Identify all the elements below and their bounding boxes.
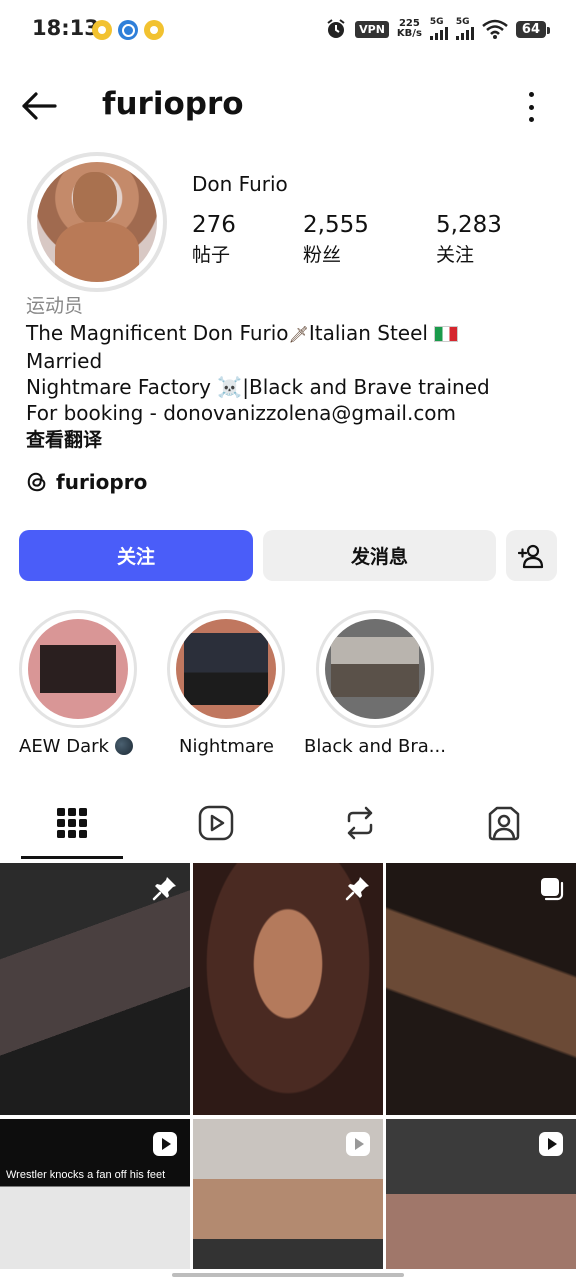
following-count: 5,283: [436, 212, 502, 238]
notification-app-icon: [92, 20, 112, 40]
highlight-ring: [19, 610, 137, 728]
post-thumbnail[interactable]: [193, 1119, 383, 1269]
highlight-ring: [316, 610, 434, 728]
carousel-icon: [541, 878, 564, 901]
add-user-icon: [517, 544, 543, 568]
system-icons: VPN 225 KB/s 5G 5G 64: [325, 17, 551, 40]
signal-label: 5G: [455, 17, 470, 27]
active-tab-indicator: [21, 856, 123, 859]
avatar: [37, 162, 157, 282]
post-thumbnail[interactable]: [193, 863, 383, 1115]
bio-text: |Black and Brave trained: [242, 375, 490, 399]
profile-header: furiopro: [0, 80, 576, 134]
network-speed: 225 KB/s: [397, 19, 422, 39]
tab-reels[interactable]: [165, 790, 267, 856]
italy-flag-icon: [434, 326, 459, 342]
tagged-icon: [488, 806, 520, 841]
signal-label: 5G: [429, 17, 444, 27]
post-thumbnail[interactable]: [386, 863, 576, 1115]
message-button[interactable]: 发消息: [263, 530, 496, 581]
signal-icon: 5G: [429, 17, 448, 40]
vpn-badge: VPN: [355, 20, 389, 38]
story-highlight[interactable]: Black and Bra...: [304, 610, 466, 757]
followers-label: 粉丝: [303, 244, 342, 266]
pin-icon: [345, 877, 369, 901]
moon-icon: [114, 737, 133, 755]
network-speed-unit: KB/s: [396, 28, 422, 39]
see-translation-link[interactable]: 查看翻译: [26, 426, 556, 454]
posts-stat[interactable]: 276 帖子: [192, 212, 236, 267]
posts-count: 276: [192, 212, 236, 238]
bio-line[interactable]: For booking - donovanizzolena@gmail.com: [26, 400, 556, 426]
battery-icon: 64: [515, 20, 551, 38]
threads-icon: [27, 472, 46, 492]
status-bar: 18:13 VPN 225 KB/s 5G 5G 64: [0, 0, 576, 60]
following-stat[interactable]: 5,283 关注: [436, 212, 502, 267]
more-options-button[interactable]: [526, 92, 536, 122]
highlight-cover: [28, 619, 128, 719]
posts-label: 帖子: [192, 244, 231, 266]
repost-icon: [347, 806, 373, 840]
tab-posts-grid[interactable]: [21, 790, 123, 856]
bio-line: The Magnificent Don Furio🗡Italian Steel: [26, 320, 556, 348]
threads-handle: furiopro: [56, 470, 148, 494]
alarm-icon: [327, 19, 345, 38]
wifi-icon: [482, 19, 508, 39]
skull-crossbones-icon: ☠️: [217, 375, 243, 399]
notification-app-icon: [144, 20, 164, 40]
story-highlight[interactable]: Nightmare: [167, 610, 317, 757]
post-caption: Wrestler knocks a fan off his feet: [6, 1169, 166, 1181]
bio-text: Nightmare Factory: [26, 375, 211, 399]
highlight-cover: [325, 619, 425, 719]
highlight-cover: [176, 619, 276, 719]
post-thumbnail[interactable]: [0, 863, 190, 1115]
tab-tagged[interactable]: [453, 790, 555, 856]
notification-icons: [92, 20, 164, 40]
highlight-label: AEW Dark: [19, 736, 169, 757]
home-indicator[interactable]: [172, 1273, 404, 1277]
back-arrow-icon: [22, 92, 57, 120]
more-dots-icon: [528, 92, 534, 97]
highlight-label: Black and Bra...: [304, 736, 446, 757]
reels-icon: [198, 805, 234, 841]
followers-count: 2,555: [303, 212, 369, 238]
content-tabs: [0, 790, 576, 860]
video-icon: [346, 1132, 370, 1156]
followers-stat[interactable]: 2,555 粉丝: [303, 212, 369, 267]
profile-avatar-ring[interactable]: [27, 152, 167, 292]
follow-button[interactable]: 关注: [19, 530, 253, 581]
page-title: furiopro: [102, 86, 244, 122]
highlight-label: Nightmare: [179, 736, 275, 757]
dagger-icon: 🗡: [288, 325, 309, 344]
highlight-ring: [167, 610, 285, 728]
tab-reposts[interactable]: [309, 790, 411, 856]
bio-text: Italian Steel: [308, 321, 428, 345]
notification-app-icon: [118, 20, 138, 40]
post-thumbnail[interactable]: Wrestler knocks a fan off his feet: [0, 1119, 190, 1269]
following-label: 关注: [436, 244, 475, 266]
suggested-users-button[interactable]: [506, 530, 557, 581]
threads-link[interactable]: furiopro: [26, 470, 147, 494]
post-thumbnail[interactable]: [386, 1119, 576, 1269]
bio-line: Nightmare Factory ☠️|Black and Brave tra…: [26, 374, 556, 400]
bio: 运动员 The Magnificent Don Furio🗡Italian St…: [26, 292, 556, 454]
pin-icon: [152, 877, 176, 901]
category-label: 运动员: [26, 295, 84, 317]
back-button[interactable]: [18, 90, 58, 122]
signal-icon: 5G: [455, 17, 474, 40]
video-icon: [153, 1132, 177, 1156]
story-highlight[interactable]: AEW Dark: [19, 610, 169, 757]
video-icon: [539, 1132, 563, 1156]
bio-line: Married: [26, 349, 103, 373]
bio-text: The Magnificent Don Furio: [26, 321, 289, 345]
grid-icon: [57, 808, 87, 838]
display-name: Don Furio: [192, 172, 288, 196]
status-time: 18:13: [32, 16, 99, 40]
